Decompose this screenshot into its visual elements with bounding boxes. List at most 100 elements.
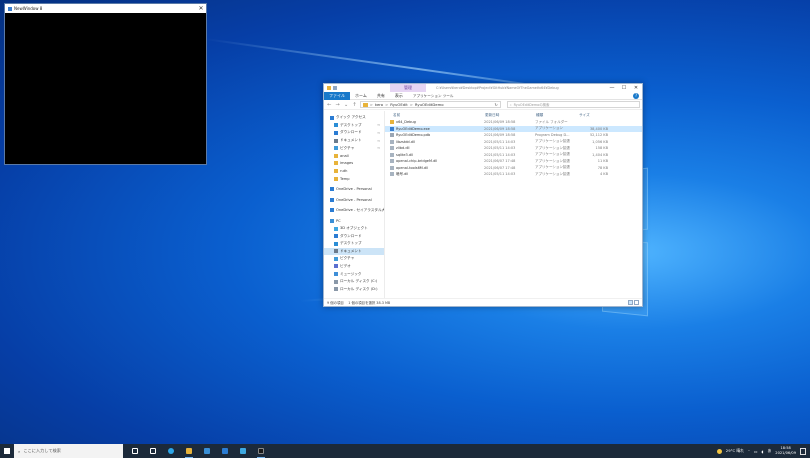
file-explorer-window[interactable]: 管理 C:¥Users¥kero¥Desktop¥Project¥GitHub¥… <box>323 83 643 307</box>
sidebar-item[interactable]: ビデオ <box>324 263 384 271</box>
sidebar-item[interactable]: ミュージック <box>324 270 384 278</box>
weather-icon[interactable] <box>716 448 722 454</box>
chevron-up-icon[interactable]: ˄ <box>748 449 750 454</box>
breadcrumb-separator: > <box>385 102 389 107</box>
explorer-icon[interactable] <box>183 444 195 458</box>
sidebar-item-label: クイック アクセス <box>336 115 366 120</box>
sidebar-item-label: ダウンロード <box>340 233 362 238</box>
sidebar-item[interactable]: ドキュメント ⊸ <box>324 137 384 145</box>
tab-file[interactable]: ファイル <box>324 91 350 100</box>
file-date: 2021/06/09 18:58 <box>484 126 516 131</box>
sidebar-item[interactable]: 3D オブジェクト <box>324 225 384 233</box>
tab-home[interactable]: ホーム <box>350 92 372 100</box>
sidebar-item[interactable]: ダウンロード <box>324 232 384 240</box>
sidebar-item[interactable]: クイック アクセス <box>324 114 384 122</box>
sidebar-item[interactable]: OneDrive - セイアラスタル大学 <box>324 207 384 215</box>
pin-icon[interactable]: ⊸ <box>377 146 380 150</box>
minimize-icon[interactable]: — <box>606 84 618 92</box>
sidebar-item[interactable]: OneDrive - Personal <box>324 196 384 204</box>
tab-app-tools[interactable]: アプリケーション ツール <box>408 92 459 100</box>
store-icon[interactable] <box>201 444 213 458</box>
sidebar-item[interactable]: ローカル ディスク (C:) <box>324 278 384 286</box>
breadcrumb-separator: > <box>369 102 373 107</box>
chevron-down-icon[interactable]: ⌄ <box>343 102 349 108</box>
sidebar-item[interactable]: Temp <box>324 175 384 183</box>
explorer-titlebar[interactable]: 管理 C:¥Users¥kero¥Desktop¥Project¥GitHub¥… <box>324 84 642 92</box>
navigation-pane[interactable]: クイック アクセス デスクトップ ⊸ ダウンロード ⊸ ドキュメント ⊸ ピクチャ ⊸ anall… <box>324 111 385 298</box>
address-bar[interactable]: > kero > RyuOEdit > RyuOEditDemo ↻ <box>359 101 501 108</box>
maximize-icon[interactable]: ☐ <box>618 84 630 92</box>
sidebar-item[interactable]: OneDrive - Personal <box>324 185 384 193</box>
sidebar-item[interactable]: ドキュメント <box>324 247 384 256</box>
close-icon[interactable]: ✕ <box>630 84 642 92</box>
back-icon[interactable]: ← <box>326 102 332 108</box>
file-size: 1,056 KB <box>592 139 608 144</box>
black-app-window[interactable]: NewWindow 8 ✕ <box>4 3 207 165</box>
refresh-icon[interactable]: ↻ <box>495 102 498 107</box>
close-icon[interactable]: ✕ <box>196 5 206 12</box>
properties-icon[interactable] <box>333 86 337 90</box>
sidebar-item-label: OneDrive - Personal <box>336 187 372 192</box>
breadcrumb-item[interactable]: kero <box>375 102 383 107</box>
search-input[interactable]: RyuOEditDemoの検索 <box>514 102 550 107</box>
sidebar-item[interactable]: デスクトップ <box>324 240 384 248</box>
ime-icon[interactable]: あ <box>767 448 771 454</box>
breadcrumb-item[interactable]: RyuOEditDemo <box>415 102 444 107</box>
column-type[interactable]: 種類 <box>536 113 579 118</box>
column-date[interactable]: 更新日時 <box>485 113 536 118</box>
details-view-icon[interactable] <box>628 300 633 305</box>
large-icons-view-icon[interactable] <box>634 300 639 305</box>
breadcrumb-item[interactable]: RyuOEdit <box>390 102 407 107</box>
sidebar-item[interactable]: ローカル ディスク (D:) <box>324 285 384 293</box>
column-name[interactable]: 名前 <box>393 113 485 118</box>
file-type: アプリケーション拡張 <box>535 158 570 163</box>
sidebar-item[interactable]: ピクチャ ⊸ <box>324 144 384 152</box>
app-blue-icon[interactable] <box>237 444 249 458</box>
weather-text[interactable]: 29°C 晴れ <box>726 448 744 454</box>
black-window-titlebar[interactable]: NewWindow 8 ✕ <box>5 4 206 13</box>
pin-icon[interactable]: ⊸ <box>377 131 380 135</box>
column-size[interactable]: サイズ <box>579 113 609 118</box>
mail-icon[interactable] <box>219 444 231 458</box>
pin-icon[interactable]: ⊸ <box>377 139 380 143</box>
file-date: 2021/06/09 18:58 <box>484 133 516 138</box>
file-size: 52,112 KB <box>589 133 608 138</box>
help-icon[interactable]: ? <box>633 92 639 99</box>
widgets-icon[interactable] <box>147 444 159 458</box>
exe-icon <box>390 126 394 131</box>
search-box[interactable]: ⌕ RyuOEditDemoの検索 <box>506 101 640 108</box>
volume-icon[interactable]: ◖ <box>761 449 763 454</box>
taskbar-search[interactable]: ⌕ ここに入力して検索 <box>14 444 123 458</box>
sidebar-item[interactable]: デスクトップ ⊸ <box>324 122 384 130</box>
sidebar-item-label: デスクトップ <box>340 241 362 246</box>
file-row[interactable]: 暗号.dll 2021/05/11 14:03 アプリケーション拡張 4 KB <box>385 171 642 178</box>
sidebar-item[interactable]: images <box>324 160 384 168</box>
sidebar-item[interactable]: ピクチャ <box>324 255 384 263</box>
task-view-icon[interactable] <box>129 444 141 458</box>
sidebar-item[interactable]: ダウンロード ⊸ <box>324 129 384 137</box>
folder-icon[interactable] <box>327 86 331 90</box>
clock[interactable]: 18:58 2021/06/09 <box>775 446 796 455</box>
download-icon <box>334 130 338 135</box>
file-type: ファイル フォルダー <box>535 119 568 124</box>
pin-icon[interactable]: ⊸ <box>377 123 380 127</box>
tab-view[interactable]: 表示 <box>390 92 408 100</box>
notification-icon[interactable] <box>800 447 806 455</box>
start-button[interactable] <box>0 444 14 458</box>
app-black-icon[interactable] <box>255 444 267 458</box>
tab-manage[interactable]: 管理 <box>390 84 426 92</box>
forward-icon[interactable]: → <box>334 102 340 108</box>
sidebar-item[interactable]: PC <box>324 217 384 225</box>
drive-icon <box>334 287 338 292</box>
up-icon[interactable]: ↑ <box>351 102 357 108</box>
sidebar-item[interactable]: ruth <box>324 167 384 175</box>
clock-date: 2021/06/09 <box>775 451 796 455</box>
network-icon[interactable]: ▭ <box>754 449 758 454</box>
edge-icon[interactable] <box>165 444 177 458</box>
sidebar-item-label: ピクチャ <box>340 145 355 150</box>
tab-share[interactable]: 共有 <box>372 92 390 100</box>
taskbar-search-input[interactable]: ここに入力して検索 <box>23 448 61 454</box>
sidebar-item[interactable]: anall <box>324 152 384 160</box>
file-list[interactable]: 名前 更新日時 種類 サイズ x64_Debug 2021/06/09 18:58… <box>385 111 642 298</box>
file-type: アプリケーション拡張 <box>535 139 570 144</box>
